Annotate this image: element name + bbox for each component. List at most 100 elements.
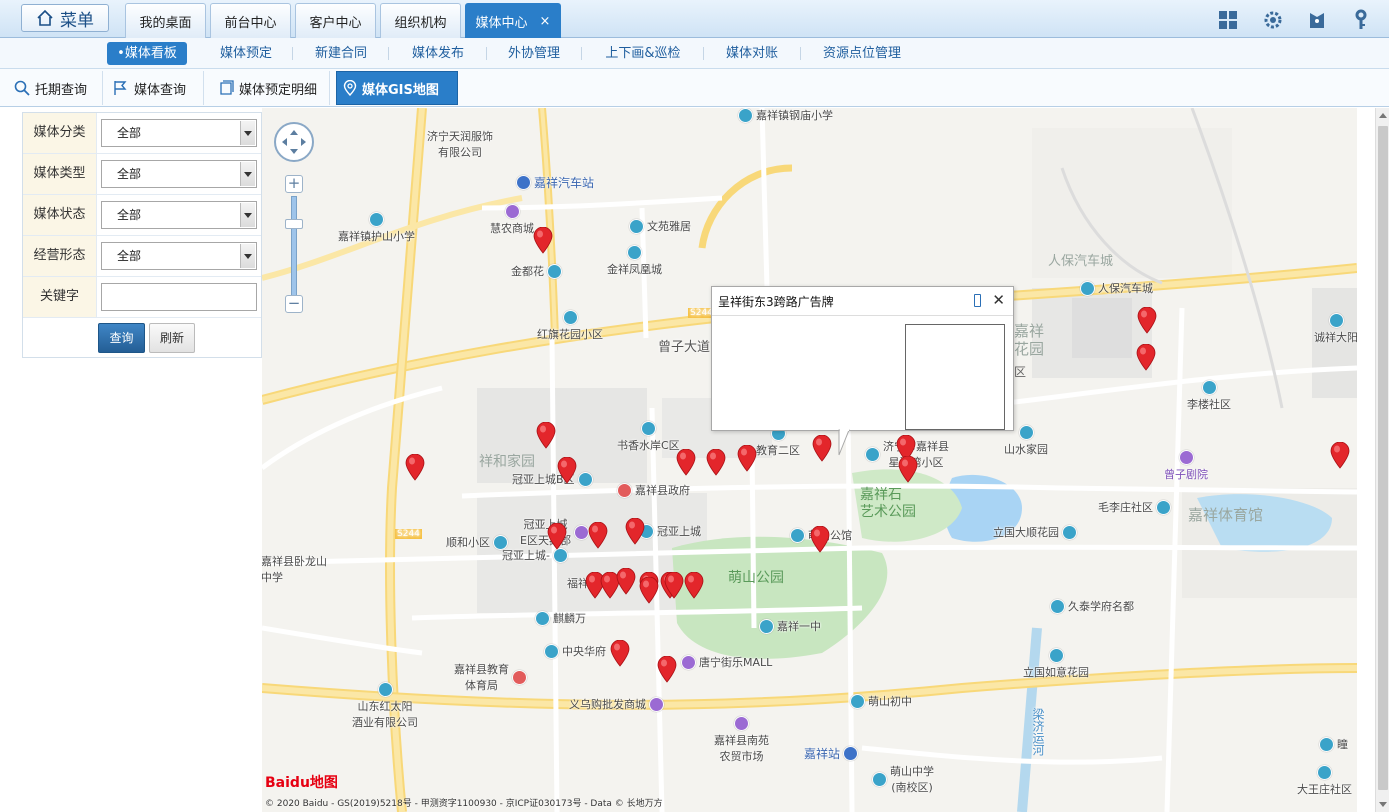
media-marker[interactable] [616,568,636,595]
query-button[interactable]: 查询 [98,323,145,353]
close-icon[interactable]: × [540,14,551,29]
tab-schedule-query[interactable]: 托期查询 [8,71,103,105]
phone-icon[interactable] [974,294,981,307]
vertical-scrollbar[interactable] [1375,108,1389,812]
zoom-slider[interactable] [291,196,297,298]
media-marker[interactable] [610,640,630,667]
media-marker[interactable] [706,449,726,476]
media-marker[interactable] [557,457,577,484]
map-poi[interactable]: 嘉祥县南苑 农贸市场 [714,716,769,764]
map-poi[interactable]: 嘉祥县教育 体育局 [454,661,527,693]
media-marker[interactable] [533,227,553,254]
media-marker[interactable] [898,456,918,483]
map-poi[interactable]: 冠亚上城 [639,523,701,539]
map-poi[interactable]: 顺和小区 [446,534,508,550]
tab-media-center[interactable]: 媒体中心 × [465,3,561,38]
media-marker[interactable] [657,656,677,683]
chevron-down-icon[interactable] [240,203,255,227]
media-marker[interactable] [812,435,832,462]
media-status-select[interactable]: 全部 [101,201,257,229]
map-poi[interactable]: 义乌购批发商城 [569,696,664,712]
map-poi[interactable]: 嘉祥县政府 [617,482,690,498]
nav-resource-points[interactable]: 资源点位管理 [808,42,916,65]
nav-outsourcing[interactable]: 外协管理 [495,42,573,65]
zoom-in-button[interactable]: + [285,175,303,193]
map-poi[interactable]: 金祥凤凰城 [607,245,662,277]
map-poi[interactable]: 诚祥大阳 [1314,313,1357,345]
refresh-button[interactable]: 刷新 [149,323,195,353]
map-poi[interactable]: 文苑雅居 [629,218,691,234]
tab-my-desktop[interactable]: 我的桌面 [125,3,206,38]
map-poi[interactable]: 嘉祥汽车站 [516,174,594,191]
keyword-input[interactable] [101,283,257,311]
nav-media-publish[interactable]: 媒体发布 [398,42,478,65]
nav-media-reconciliation[interactable]: 媒体对账 [712,42,792,65]
media-marker[interactable] [676,449,696,476]
media-category-select[interactable]: 全部 [101,119,257,147]
map-poi[interactable]: 中央华府 [544,643,606,659]
grid-icon[interactable] [1217,9,1239,31]
media-marker[interactable] [810,526,830,553]
map-poi[interactable]: 瞳 [1319,736,1348,752]
map-poi[interactable]: 麒麟万 [535,610,586,626]
map-poi[interactable]: 冠亚上城B区 [512,471,593,487]
map-poi[interactable]: 慧农商城 [490,204,534,236]
gis-map[interactable]: 人保汽车城 嘉祥 花园 区 祥和家园 嘉祥石 艺术公园 萌山公园 嘉祥体育馆 曾… [262,108,1357,812]
map-poi[interactable]: 大王庄社区 [1297,765,1352,797]
map-poi[interactable]: 萌山初中 [850,693,912,709]
map-poi[interactable]: 金都花 [511,263,562,279]
media-marker[interactable] [664,572,684,599]
map-poi[interactable]: 唐宁街乐MALL [681,654,772,670]
map-poi[interactable]: 立国如意花园 [1023,648,1089,680]
nav-media-board[interactable]: •媒体看板 [107,42,187,65]
media-marker[interactable] [547,523,567,550]
chevron-down-icon[interactable] [240,244,255,268]
media-marker[interactable] [639,577,659,604]
nav-media-booking[interactable]: 媒体预定 [207,42,285,65]
map-poi[interactable]: 书香水岸C区 [617,421,680,453]
zoom-slider-handle[interactable] [285,219,303,229]
map-poi[interactable]: 人保汽车城 [1080,280,1153,296]
tab-booking-detail[interactable]: 媒体预定明细 [212,71,330,105]
map-poi[interactable]: 嘉祥镇钢庙小学 [738,108,833,123]
map-poi[interactable]: 嘉祥县卧龙山 中学 [262,553,327,585]
media-marker[interactable] [625,518,645,545]
close-icon[interactable]: ✕ [992,291,1005,309]
map-poi[interactable]: 毛李庄社区 [1098,499,1171,515]
map-poi[interactable]: 李楼社区 [1187,380,1231,412]
chevron-down-icon[interactable] [240,162,255,186]
map-poi[interactable]: 济宁天润服饰 有限公司 [427,128,493,160]
map-poi[interactable]: 嘉祥镇护山小学 [338,212,415,244]
tab-organization[interactable]: 组织机构 [380,3,461,38]
tab-customer-center[interactable]: 客户中心 [295,3,376,38]
scroll-up-icon[interactable] [1379,113,1387,118]
menu-button[interactable]: 菜单 [21,4,109,32]
key-icon[interactable] [1350,9,1372,31]
media-marker[interactable] [1137,307,1157,334]
operation-form-select[interactable]: 全部 [101,242,257,270]
tab-media-gis-map[interactable]: 媒体GIS地图 [336,71,458,105]
nav-new-contract[interactable]: 新建合同 [302,42,380,65]
media-marker[interactable] [1330,442,1350,469]
media-marker[interactable] [536,422,556,449]
media-marker[interactable] [684,572,704,599]
map-poi[interactable]: 嘉祥站 [804,745,859,762]
map-poi[interactable]: 嘉祥一中 [759,618,821,634]
media-type-select[interactable]: 全部 [101,160,257,188]
map-poi[interactable]: 立国大顺花园 [993,524,1077,540]
media-marker[interactable] [405,454,425,481]
pan-control[interactable] [274,122,314,162]
media-marker[interactable] [1136,344,1156,371]
zoom-out-button[interactable]: − [285,295,303,313]
tab-front-center[interactable]: 前台中心 [210,3,291,38]
chevron-down-icon[interactable] [240,121,255,145]
map-poi[interactable]: 久泰学府名都 [1050,598,1134,614]
nav-posting-inspection[interactable]: 上下画&巡检 [590,42,696,65]
media-marker[interactable] [737,445,757,472]
map-poi[interactable]: 萌山中学 (南校区) [872,763,934,795]
media-marker[interactable] [588,522,608,549]
user-icon[interactable] [1306,9,1328,31]
gear-icon[interactable] [1262,9,1284,31]
scrollbar-thumb[interactable] [1378,126,1388,790]
scroll-down-icon[interactable] [1379,802,1387,807]
